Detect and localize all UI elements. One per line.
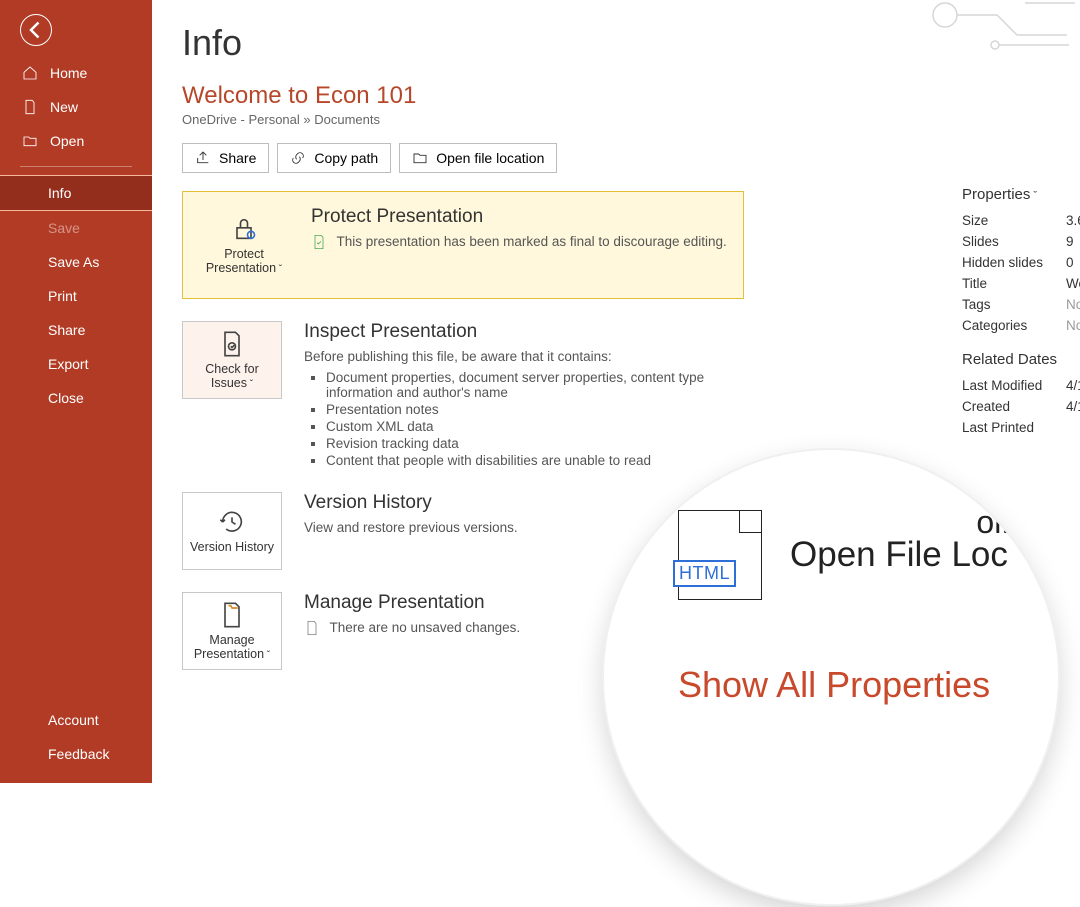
decorative-circuit [905, 0, 1080, 65]
share-icon [195, 150, 211, 166]
html-badge: HTML [673, 560, 736, 587]
mag-fragment-text: olfe [976, 504, 1028, 541]
prop-label: Slides [962, 234, 1066, 249]
list-item: Custom XML data [326, 419, 734, 434]
sidebar-item-print[interactable]: Print [0, 279, 152, 313]
sidebar-label: Close [48, 390, 84, 406]
protect-section: Protect Presentation Protect Presentatio… [182, 191, 744, 299]
button-label: Check for Issues [189, 362, 275, 390]
sidebar-item-account[interactable]: Account [0, 703, 152, 737]
sidebar-label: Open [50, 133, 84, 149]
sidebar-label: Share [48, 322, 85, 338]
sidebar-label: Print [48, 288, 77, 304]
properties-panel: Properties Size3.64MB Slides9 Hidden sli… [962, 186, 1080, 441]
button-label: Copy path [314, 150, 378, 166]
new-icon [22, 99, 38, 115]
sidebar-item-save: Save [0, 211, 152, 245]
prop-value: 0 [1066, 255, 1074, 270]
open-file-location-label[interactable]: Open File Loc [790, 535, 1008, 575]
properties-header[interactable]: Properties [962, 186, 1080, 203]
history-icon [218, 508, 246, 536]
list-item: Revision tracking data [326, 436, 734, 451]
open-location-button[interactable]: Open file location [399, 143, 557, 173]
manage-presentation-button[interactable]: Manage Presentation [182, 592, 282, 670]
sidebar-item-export[interactable]: Export [0, 347, 152, 381]
section-title: Protect Presentation [311, 206, 727, 228]
inspect-section: Check for Issues Inspect Presentation Be… [182, 321, 1062, 470]
back-button[interactable] [20, 14, 52, 46]
prop-label: Last Modified [962, 378, 1066, 393]
open-icon [22, 133, 38, 149]
document-title: Welcome to Econ 101 [182, 82, 1062, 110]
manage-icon [218, 601, 246, 629]
share-button[interactable]: Share [182, 143, 269, 173]
show-all-properties-link[interactable]: Show All Properties [678, 664, 1058, 706]
button-label: Share [219, 150, 256, 166]
backstage-sidebar: Home New Open Info Save Save As Print Sh… [0, 0, 152, 783]
prop-value: 3.64MB [1066, 213, 1080, 228]
section-intro: Before publishing this file, be aware th… [304, 349, 734, 364]
prop-value: 4/16/2021 1:10 PM [1066, 399, 1080, 414]
button-label: Open file location [436, 150, 544, 166]
inspect-icon [218, 330, 246, 358]
prop-label: Title [962, 276, 1066, 291]
sidebar-item-info[interactable]: Info [0, 175, 152, 211]
divider [20, 166, 132, 167]
sidebar-item-close[interactable]: Close [0, 381, 152, 415]
sidebar-label: Feedback [48, 746, 109, 762]
prop-label: Categories [962, 318, 1066, 333]
folder-icon [412, 150, 428, 166]
prop-label: Tags [962, 297, 1066, 312]
section-text: This presentation has been marked as fin… [311, 234, 727, 250]
prop-value: Welcome to Econ 101 [1066, 276, 1080, 291]
protect-presentation-button[interactable]: Protect Presentation [199, 206, 289, 284]
file-action-row: Share Copy path Open file location [182, 143, 1062, 173]
sidebar-item-saveas[interactable]: Save As [0, 245, 152, 279]
list-item: Document properties, document server pro… [326, 370, 734, 400]
button-label: Manage Presentation [189, 633, 275, 661]
breadcrumb: OneDrive - Personal » Documents [182, 112, 1062, 127]
button-label: Protect Presentation [205, 247, 283, 275]
prop-value[interactable]: None [1066, 297, 1080, 312]
check-issues-button[interactable]: Check for Issues [182, 321, 282, 399]
sidebar-label: Info [48, 185, 71, 201]
sidebar-item-new[interactable]: New [0, 90, 152, 124]
sidebar-label: Export [48, 356, 88, 372]
link-icon [290, 150, 306, 166]
home-icon [22, 65, 38, 81]
sidebar-label: Home [50, 65, 87, 81]
related-dates-header: Related Dates [962, 351, 1080, 368]
copy-path-button[interactable]: Copy path [277, 143, 391, 173]
html-file-icon: HTML [678, 510, 762, 600]
sidebar-label: Save [48, 220, 80, 236]
button-label: Version History [190, 540, 274, 554]
section-title: Inspect Presentation [304, 321, 734, 343]
sidebar-item-open[interactable]: Open [0, 124, 152, 158]
prop-label: Size [962, 213, 1066, 228]
lock-icon [230, 215, 258, 243]
prop-label: Last Printed [962, 420, 1066, 435]
sidebar-item-feedback[interactable]: Feedback [0, 737, 152, 771]
sidebar-label: New [50, 99, 78, 115]
magnifier-overlay: olfe HTML Open File Loc Show All Propert… [604, 450, 1058, 904]
prop-label: Hidden slides [962, 255, 1066, 270]
doc-icon [304, 620, 320, 636]
prop-label: Created [962, 399, 1066, 414]
list-item: Presentation notes [326, 402, 734, 417]
prop-value: 9 [1066, 234, 1074, 249]
sidebar-item-share[interactable]: Share [0, 313, 152, 347]
prop-value: 4/16/2021 1:33 PM [1066, 378, 1080, 393]
prop-value[interactable]: None [1066, 318, 1080, 333]
sidebar-label: Save As [48, 254, 99, 270]
version-history-button[interactable]: Version History [182, 492, 282, 570]
sidebar-label: Account [48, 712, 99, 728]
check-doc-icon [311, 234, 327, 250]
sidebar-item-home[interactable]: Home [0, 56, 152, 90]
